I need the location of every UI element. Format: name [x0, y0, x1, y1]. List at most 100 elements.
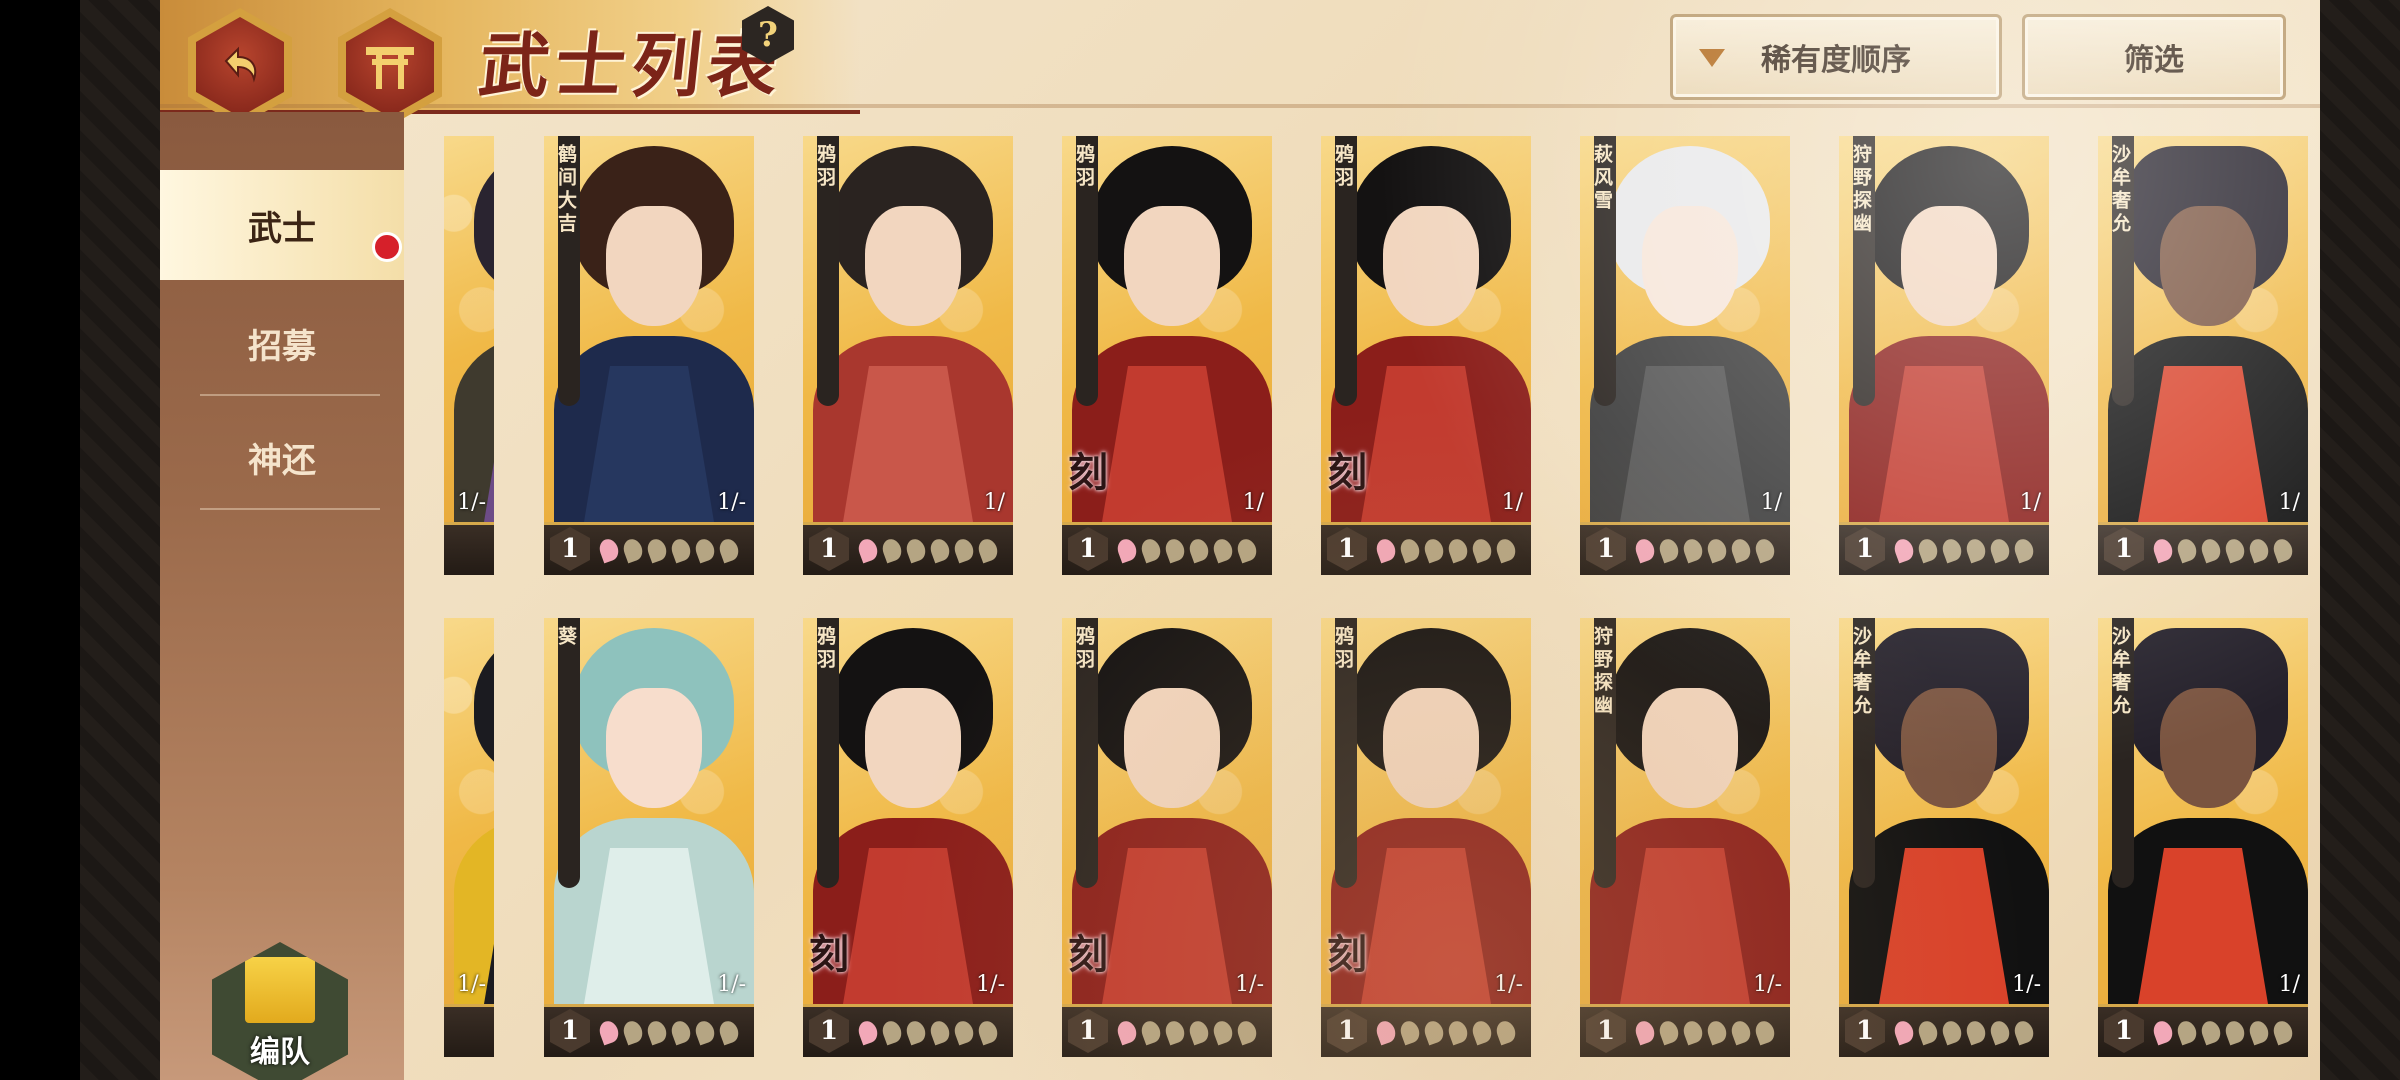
petal-icon — [903, 1018, 929, 1046]
petal-icon — [620, 536, 646, 564]
petal-icon — [2246, 536, 2272, 564]
petal-icon — [1210, 536, 1236, 564]
card-count: 1/- — [717, 490, 746, 515]
petal-icon — [2222, 1018, 2248, 1046]
dropdown-triangle-icon — [1699, 49, 1725, 67]
samurai-card[interactable]: 鸦羽刻 1/- 1 — [803, 618, 1013, 1057]
petal-icon — [1210, 1018, 1236, 1046]
samurai-card[interactable]: 狩野探幽 1/1 — [1839, 136, 2049, 575]
rank-petals — [855, 1018, 1001, 1046]
petal-icon — [2198, 536, 2224, 564]
samurai-card[interactable]: 鹤间大吉 1/- 1 — [544, 136, 754, 575]
petal-icon — [975, 536, 1001, 564]
samurai-card[interactable]: 萩风雪 1/1 — [1580, 136, 1790, 575]
card-footer: 1 — [2098, 522, 2308, 575]
character-name: 狩野探幽 — [1591, 618, 1616, 888]
petal-icon — [1162, 536, 1188, 564]
card-count: 1/- — [1235, 972, 1264, 997]
petal-icon — [668, 536, 694, 564]
level-badge: 1 — [2104, 527, 2144, 571]
card-count: 1/- — [717, 972, 746, 997]
tab-samurai[interactable]: 武士 — [160, 170, 404, 280]
card-footer: 1 — [1580, 522, 1790, 575]
samurai-card[interactable]: 鸦羽刻 1/1 — [1062, 136, 1272, 575]
petal-icon — [2150, 1018, 2176, 1046]
card-count: 1/- — [976, 972, 1005, 997]
petal-icon — [1704, 1018, 1730, 1046]
petal-icon — [1632, 536, 1658, 564]
samurai-card[interactable]: 沙牟奢允 1/1 — [2098, 618, 2308, 1057]
card-footer — [444, 1004, 494, 1057]
petal-icon — [1186, 1018, 1212, 1046]
petal-icon — [2011, 1018, 2037, 1046]
level-badge: 1 — [1586, 527, 1626, 571]
card-footer: 1 — [1839, 522, 2049, 575]
character-portrait: 鸦羽 1/ — [803, 136, 1013, 522]
petal-icon — [1939, 1018, 1965, 1046]
character-portrait: 鹤间大吉 1/- — [544, 136, 754, 522]
samurai-card-grid: 1/- 鹤间大吉 1/- 1 鸦羽 1/1 鸦羽刻 1/1 鸦羽刻 1/1 萩风雪 1/1 狩野探幽 1/… — [444, 136, 2320, 1080]
rank-petals — [2150, 1018, 2296, 1046]
rank-petals — [1114, 1018, 1260, 1046]
portrait-face — [865, 688, 961, 808]
petal-icon — [1752, 536, 1778, 564]
samurai-card[interactable]: 1/- — [444, 618, 494, 1057]
samurai-card[interactable]: 鸦羽刻 1/1 — [1321, 136, 1531, 575]
petal-icon — [879, 1018, 905, 1046]
character-portrait: 1/- — [444, 136, 494, 522]
samurai-card[interactable]: 沙牟奢允 1/- 1 — [1839, 618, 2049, 1057]
petal-icon — [644, 1018, 670, 1046]
petal-icon — [1373, 536, 1399, 564]
petal-icon — [1469, 1018, 1495, 1046]
portrait-face — [1383, 206, 1479, 326]
portrait-face — [1124, 206, 1220, 326]
card-footer: 1 — [1839, 1004, 2049, 1057]
petal-icon — [1680, 536, 1706, 564]
tab-return[interactable]: 神还 — [160, 402, 404, 512]
petal-icon — [1421, 1018, 1447, 1046]
samurai-card[interactable]: 鸦羽刻 1/- 1 — [1321, 618, 1531, 1057]
character-portrait: 鸦羽刻 1/- — [803, 618, 1013, 1004]
rank-petals — [855, 536, 1001, 564]
portrait-face — [606, 688, 702, 808]
card-footer: 1 — [803, 1004, 1013, 1057]
samurai-card[interactable]: 鸦羽 1/1 — [803, 136, 1013, 575]
portrait-face — [1901, 688, 1997, 808]
card-count: 1/- — [1494, 972, 1523, 997]
filter-button[interactable]: 筛选 — [2022, 14, 2286, 100]
level-badge: 1 — [1068, 1009, 1108, 1053]
character-portrait: 鸦羽刻 1/- — [1321, 618, 1531, 1004]
petal-icon — [927, 536, 953, 564]
petal-icon — [1234, 536, 1260, 564]
petal-icon — [1656, 1018, 1682, 1046]
petal-icon — [1704, 536, 1730, 564]
rank-petals — [1891, 1018, 2037, 1046]
engraving-stamp: 刻 — [809, 931, 849, 978]
rank-petals — [1373, 1018, 1519, 1046]
character-name: 鸦羽 — [814, 618, 839, 888]
engraving-stamp: 刻 — [1068, 449, 1108, 496]
portrait-face — [2160, 206, 2256, 326]
character-name: 鸦羽 — [1332, 618, 1357, 888]
level-badge: 1 — [1845, 1009, 1885, 1053]
level-badge: 1 — [809, 527, 849, 571]
card-count: 1/ — [2278, 490, 2300, 515]
petal-icon — [951, 1018, 977, 1046]
samurai-card[interactable]: 葵 1/- 1 — [544, 618, 754, 1057]
tab-recruit[interactable]: 招募 — [160, 288, 404, 398]
samurai-card[interactable]: 鸦羽刻 1/- 1 — [1062, 618, 1272, 1057]
character-portrait: 狩野探幽 1/ — [1839, 136, 2049, 522]
petal-icon — [1987, 1018, 2013, 1046]
samurai-card[interactable]: 狩野探幽 1/- 1 — [1580, 618, 1790, 1057]
level-badge: 1 — [1327, 527, 1367, 571]
samurai-card[interactable]: 沙牟奢允 1/1 — [2098, 136, 2308, 575]
samurai-card[interactable]: 1/- — [444, 136, 494, 575]
petal-icon — [2270, 536, 2296, 564]
petal-icon — [951, 536, 977, 564]
sort-rarity-button[interactable]: 稀有度顺序 — [1670, 14, 2002, 100]
card-footer: 1 — [1062, 1004, 1272, 1057]
petal-icon — [644, 536, 670, 564]
team-formation-button[interactable]: 编队 — [212, 942, 348, 1080]
petal-icon — [1397, 1018, 1423, 1046]
card-count: 1/ — [2278, 972, 2300, 997]
